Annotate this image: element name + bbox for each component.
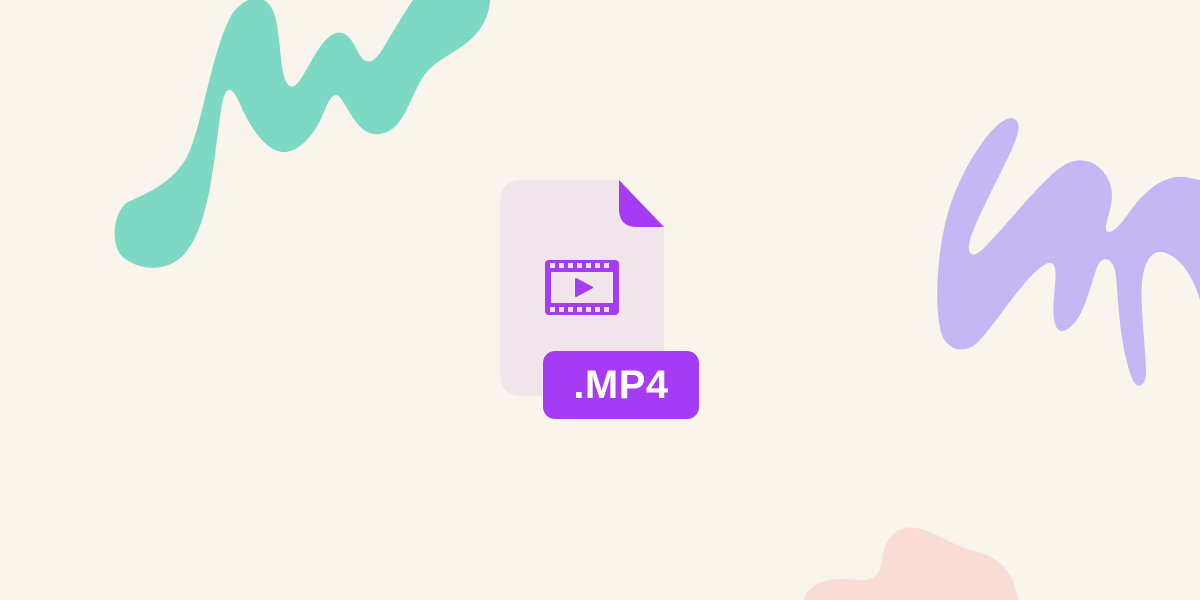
pink-blob-shape — [804, 527, 1018, 600]
green-squiggle-shape — [114, 0, 491, 268]
file-extension-label: .MP4 — [573, 363, 669, 407]
file-extension-badge: .MP4 — [543, 351, 699, 419]
mp4-file-graphic: .MP4 — [499, 179, 701, 421]
film-play-icon — [545, 260, 619, 315]
purple-squiggle-shape — [937, 118, 1200, 386]
folded-corner-shape — [619, 180, 664, 227]
